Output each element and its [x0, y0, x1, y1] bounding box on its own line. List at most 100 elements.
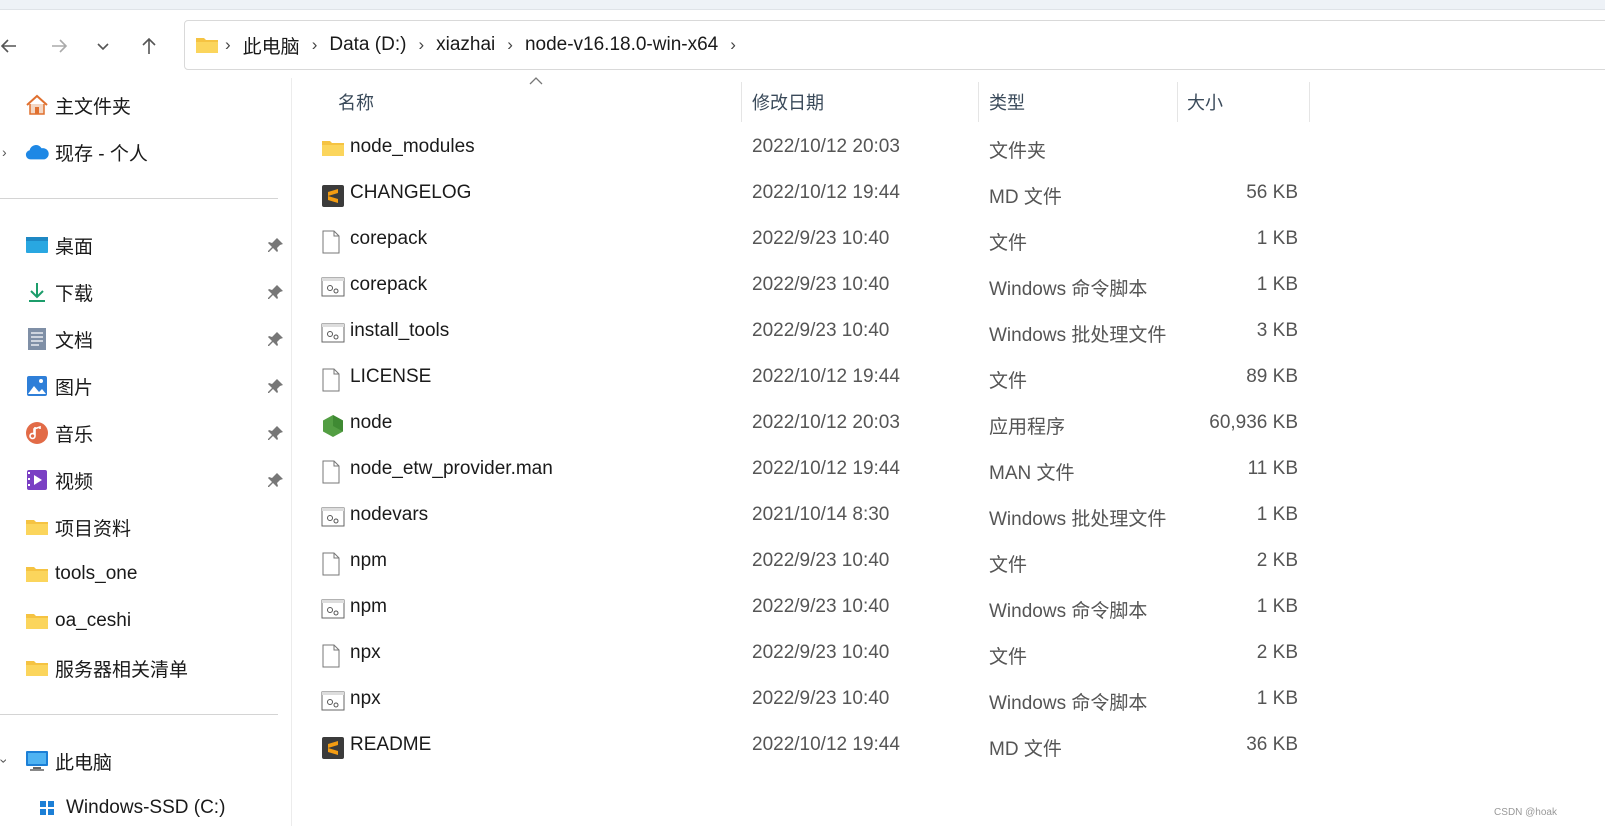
file-icon: [321, 230, 345, 254]
breadcrumb-current[interactable]: node-v16.18.0-win-x64: [519, 34, 724, 56]
file-row[interactable]: node 2022/10/12 20:03 应用程序 60,936 KB: [310, 402, 1310, 448]
file-date: 2022/10/12 20:03: [752, 412, 900, 433]
file-row[interactable]: npx 2022/9/23 10:40 Windows 命令脚本 1 KB: [310, 678, 1310, 724]
sidebar-item-home[interactable]: 主文件夹: [0, 87, 290, 123]
pin-icon[interactable]: [267, 283, 285, 301]
expand-chevron-icon[interactable]: ›: [2, 144, 7, 160]
sidebar-item-label: oa_ceshi: [55, 610, 132, 631]
file-row[interactable]: CHANGELOG 2022/10/12 19:44 MD 文件 56 KB: [310, 172, 1310, 218]
file-row[interactable]: corepack 2022/9/23 10:40 文件 1 KB: [310, 218, 1310, 264]
pin-icon[interactable]: [267, 377, 285, 395]
column-header-name[interactable]: 名称: [338, 86, 374, 118]
breadcrumb-folder[interactable]: xiazhai: [430, 34, 501, 56]
sidebar-item-music[interactable]: 音乐: [0, 415, 290, 451]
sidebar-item-label: 文档: [55, 330, 94, 352]
column-header-type[interactable]: 类型: [989, 86, 1025, 118]
file-date: 2022/10/12 20:03: [752, 136, 900, 157]
sidebar-item-onedrive[interactable]: › 现存 - 个人: [0, 134, 290, 170]
breadcrumb-separator: ›: [507, 35, 513, 54]
file-icon: [321, 460, 345, 484]
breadcrumb-this-pc[interactable]: 此电脑: [237, 32, 306, 59]
sidebar-item-label: 下载: [55, 283, 94, 305]
file-type: 文件夹: [989, 141, 1047, 162]
file-row[interactable]: node_modules 2022/10/12 20:03 文件夹: [310, 126, 1310, 172]
music-icon: [25, 421, 49, 445]
file-size: 1 KB: [1256, 688, 1298, 709]
column-separator[interactable]: [1309, 82, 1310, 122]
script-icon: [321, 506, 345, 530]
script-icon: [321, 322, 345, 346]
column-separator[interactable]: [1177, 82, 1178, 122]
sublime-icon: [321, 184, 345, 208]
file-name: node: [350, 412, 393, 433]
file-row[interactable]: install_tools 2022/9/23 10:40 Windows 批处…: [310, 310, 1310, 356]
windows-drive-icon: [35, 796, 59, 820]
breadcrumb-drive[interactable]: Data (D:): [323, 34, 412, 56]
back-button[interactable]: [0, 28, 22, 64]
file-type: Windows 命令脚本: [989, 601, 1148, 622]
pin-icon[interactable]: [267, 330, 285, 348]
sidebar-item-folder[interactable]: 服务器相关清单: [0, 650, 290, 686]
sidebar-item-label: 图片: [55, 377, 94, 399]
column-header-size[interactable]: 大小: [1187, 86, 1223, 118]
file-row[interactable]: node_etw_provider.man 2022/10/12 19:44 M…: [310, 448, 1310, 494]
file-row[interactable]: npm 2022/9/23 10:40 文件 2 KB: [310, 540, 1310, 586]
expand-chevron-icon[interactable]: ›: [0, 759, 12, 764]
file-size: 60,936 KB: [1209, 412, 1298, 433]
file-size: 1 KB: [1256, 504, 1298, 525]
breadcrumb-separator[interactable]: ›: [724, 35, 742, 55]
sidebar-item-folder[interactable]: oa_ceshi: [0, 603, 290, 639]
file-size: 2 KB: [1256, 550, 1298, 571]
file-row[interactable]: LICENSE 2022/10/12 19:44 文件 89 KB: [310, 356, 1310, 402]
file-icon: [321, 368, 345, 392]
file-row[interactable]: npx 2022/9/23 10:40 文件 2 KB: [310, 632, 1310, 678]
file-name: node_etw_provider.man: [350, 458, 553, 479]
up-button[interactable]: [136, 28, 162, 64]
file-date: 2022/9/23 10:40: [752, 274, 890, 295]
folder-icon: [25, 562, 49, 586]
pin-icon[interactable]: [267, 424, 285, 442]
file-size: 1 KB: [1256, 596, 1298, 617]
sidebar-item-documents[interactable]: 文档: [0, 321, 290, 357]
column-separator[interactable]: [978, 82, 979, 122]
file-type: 文件: [989, 371, 1028, 392]
address-bar[interactable]: › 此电脑 › Data (D:) › xiazhai › node-v16.1…: [184, 20, 1605, 70]
file-type: 文件: [989, 233, 1028, 254]
file-type: 文件: [989, 555, 1028, 576]
arrow-right-icon: [52, 39, 68, 53]
watermark: CSDN @hoak: [1494, 807, 1557, 818]
file-name: install_tools: [350, 320, 450, 341]
file-date: 2022/9/23 10:40: [752, 228, 890, 249]
sidebar-item-videos[interactable]: 视频: [0, 462, 290, 498]
sidebar-item-folder[interactable]: tools_one: [0, 556, 290, 592]
file-row[interactable]: npm 2022/9/23 10:40 Windows 命令脚本 1 KB: [310, 586, 1310, 632]
folder-icon: [25, 515, 49, 539]
navigation-pane: 主文件夹 › 现存 - 个人 桌面 下载 文档 图片 音乐 视频 项目资料 to…: [0, 78, 290, 826]
pin-icon[interactable]: [267, 471, 285, 489]
column-separator[interactable]: [741, 82, 742, 122]
sidebar-item-this-pc[interactable]: › 此电脑: [0, 743, 290, 779]
sidebar-item-drive[interactable]: Windows-SSD (C:): [0, 790, 290, 826]
sort-ascending-icon: [529, 77, 543, 85]
file-row[interactable]: README 2022/10/12 19:44 MD 文件 36 KB: [310, 724, 1310, 770]
cloud-icon: [25, 140, 49, 164]
sidebar-item-folder[interactable]: 项目资料: [0, 509, 290, 545]
computer-icon: [25, 749, 49, 773]
sidebar-item-label: 主文件夹: [55, 96, 132, 118]
folder-icon: [25, 609, 49, 633]
file-row[interactable]: nodevars 2021/10/14 8:30 Windows 批处理文件 1…: [310, 494, 1310, 540]
recent-locations-button[interactable]: [90, 28, 116, 64]
sidebar-item-pictures[interactable]: 图片: [0, 368, 290, 404]
sidebar-item-desktop[interactable]: 桌面: [0, 227, 290, 263]
file-row[interactable]: corepack 2022/9/23 10:40 Windows 命令脚本 1 …: [310, 264, 1310, 310]
sidebar-item-downloads[interactable]: 下载: [0, 274, 290, 310]
pin-icon[interactable]: [267, 236, 285, 254]
file-size: 89 KB: [1246, 366, 1298, 387]
file-name: npm: [350, 596, 387, 617]
file-type: 文件: [989, 647, 1028, 668]
file-size: 3 KB: [1256, 320, 1298, 341]
forward-button[interactable]: [46, 28, 72, 64]
column-header-date[interactable]: 修改日期: [752, 86, 824, 118]
file-name: corepack: [350, 228, 428, 249]
pane-splitter[interactable]: [291, 78, 292, 826]
